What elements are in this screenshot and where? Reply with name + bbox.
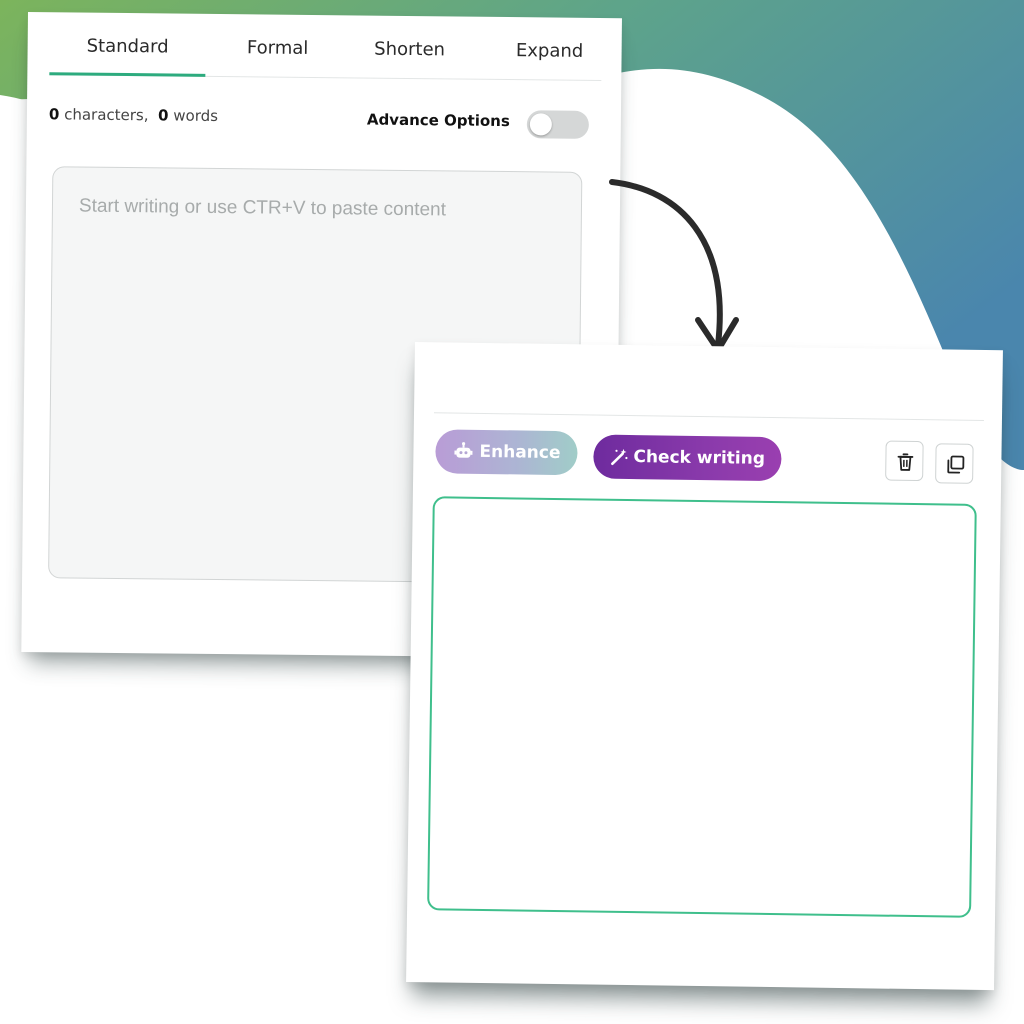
paraphrase-output-panel: Enhance Check writing	[406, 342, 1003, 991]
robot-icon	[454, 442, 473, 458]
magic-wand-icon	[611, 448, 628, 466]
words-count: 0	[158, 106, 169, 125]
enhance-button[interactable]: Enhance	[435, 429, 578, 476]
copy-icon	[947, 455, 965, 474]
characters-label: characters,	[64, 105, 149, 125]
words-label: words	[173, 106, 219, 125]
output-divider	[434, 412, 984, 421]
input-placeholder: Start writing or use CTR+V to paste cont…	[78, 195, 447, 221]
curved-arrow-icon	[609, 179, 739, 353]
advance-options-label: Advance Options	[366, 110, 510, 131]
advance-options-toggle[interactable]	[526, 110, 589, 139]
toggle-knob	[529, 113, 552, 136]
mode-tabs: Standard Formal Shorten Expand	[49, 26, 602, 82]
delete-button[interactable]	[885, 440, 924, 482]
trash-icon	[897, 453, 914, 471]
characters-count: 0	[48, 105, 60, 124]
text-counter: 0 characters, 0 words	[49, 105, 218, 125]
output-textarea[interactable]	[427, 496, 977, 918]
tab-formal[interactable]: Formal	[227, 28, 327, 75]
check-writing-button[interactable]: Check writing	[593, 434, 782, 482]
check-writing-label: Check writing	[633, 447, 766, 469]
tab-expand[interactable]: Expand	[499, 31, 599, 78]
tab-shorten[interactable]: Shorten	[359, 29, 459, 76]
copy-button[interactable]	[935, 443, 974, 484]
stage: Standard Formal Shorten Expand 0 charact…	[0, 0, 1024, 1024]
enhance-label: Enhance	[479, 441, 561, 464]
tab-standard[interactable]: Standard	[49, 26, 206, 77]
